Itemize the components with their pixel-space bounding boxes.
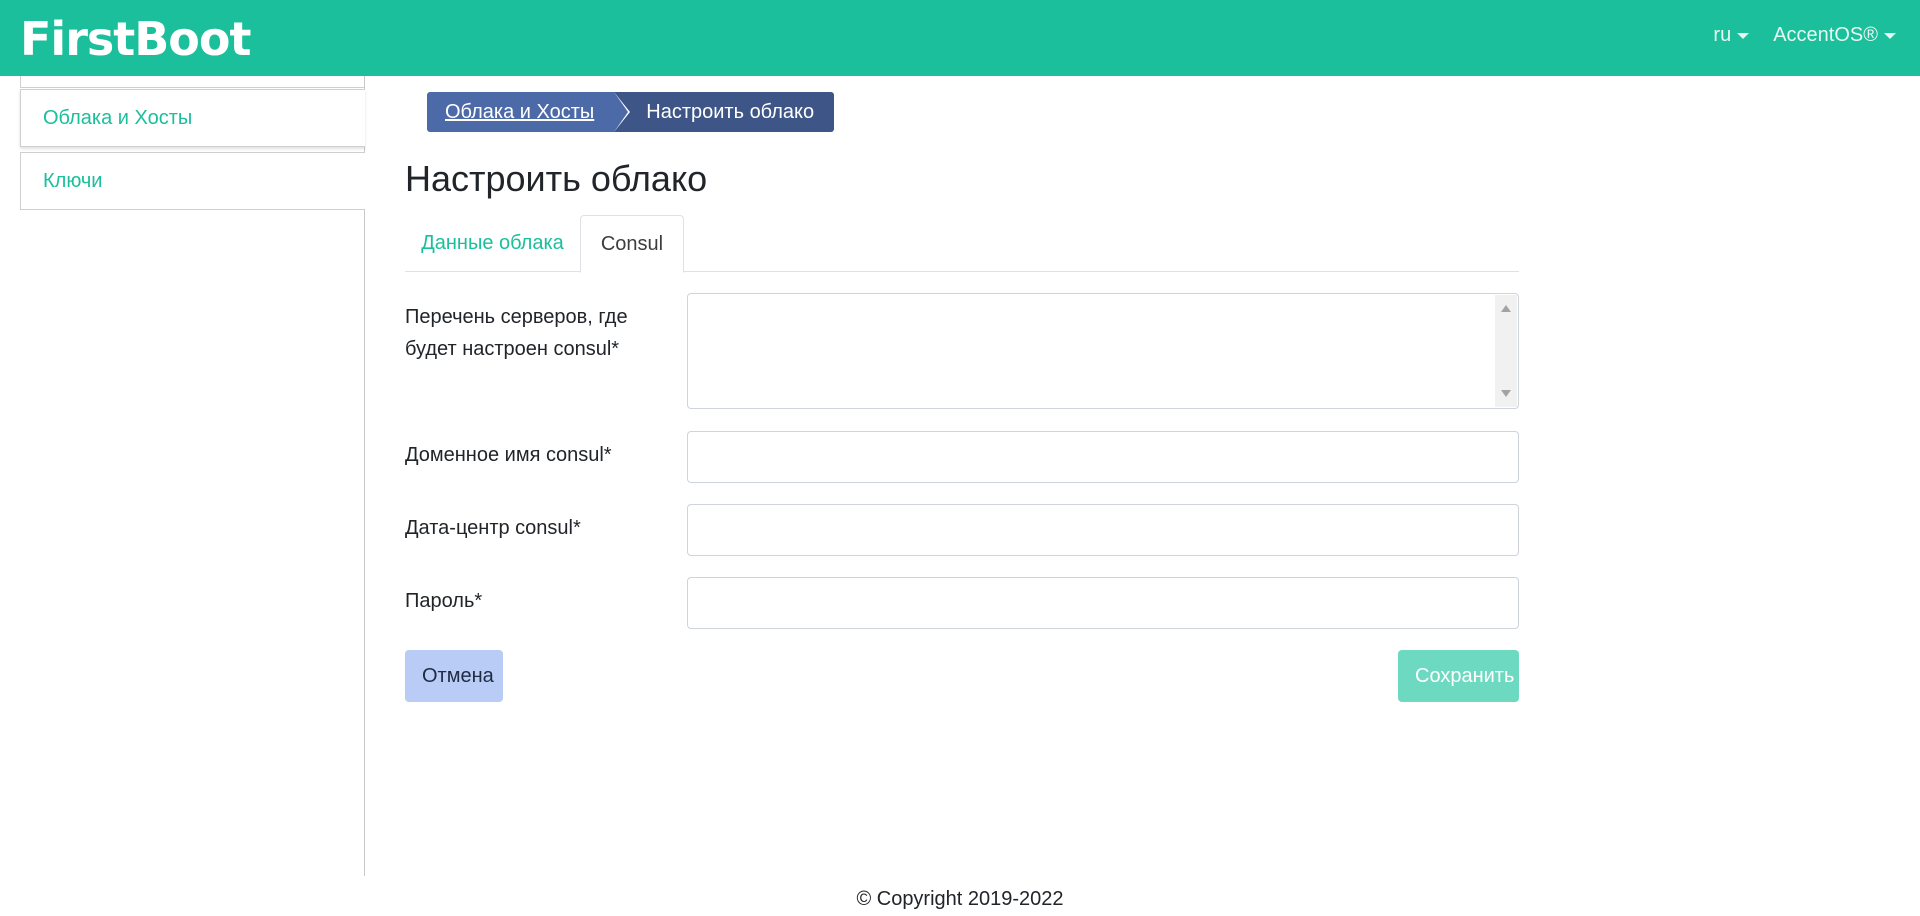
tab-bar: Данные облака Consul	[405, 215, 1519, 273]
top-navbar: FirstBoot ru AccentOS®	[0, 0, 1920, 76]
chevron-down-icon	[1884, 32, 1896, 39]
tab-consul[interactable]: Consul	[580, 215, 684, 273]
datacenter-label: Дата-центр consul*	[405, 517, 581, 539]
password-input[interactable]	[687, 577, 1519, 629]
tab-label: Данные облака	[421, 232, 564, 254]
breadcrumb: Облака и Хосты Настроить облако	[427, 92, 835, 132]
domain-label: Доменное имя consul*	[405, 444, 612, 466]
cancel-button[interactable]: Отмена	[405, 650, 503, 702]
servers-label: Перечень серверов, где будет настроен co…	[405, 306, 628, 360]
user-dropdown[interactable]: AccentOS®	[1773, 24, 1896, 47]
sidebar-item-clouds-hosts[interactable]: Облака и Хосты	[20, 89, 365, 147]
tab-label: Consul	[600, 232, 664, 255]
chevron-down-icon	[1737, 32, 1750, 39]
scroll-down-icon[interactable]	[1501, 390, 1511, 397]
datacenter-input[interactable]	[687, 504, 1519, 556]
sidebar: Облака и Хосты Ключи	[0, 76, 365, 876]
sidebar-item-label: Ключи	[43, 169, 103, 192]
sidebar-item-keys[interactable]: Ключи	[20, 152, 365, 210]
servers-textarea[interactable]	[688, 294, 1496, 408]
user-label: AccentOS®	[1773, 24, 1878, 46]
domain-input[interactable]	[687, 431, 1519, 483]
scroll-up-icon[interactable]	[1501, 305, 1511, 312]
footer-copyright: © Copyright 2019-2022	[856, 888, 1064, 910]
textarea-scrollbar[interactable]	[1495, 295, 1517, 407]
navbar-right: ru AccentOS®	[1713, 24, 1896, 47]
breadcrumb-current: Настроить облако	[614, 92, 835, 132]
tab-cloud-data[interactable]: Данные облака	[405, 215, 580, 272]
save-button[interactable]: Сохранить	[1398, 650, 1519, 702]
language-dropdown[interactable]: ru	[1713, 24, 1750, 47]
servers-textarea-container	[687, 293, 1519, 409]
sidebar-item-label: Облака и Хосты	[43, 106, 193, 129]
password-label: Пароль*	[405, 590, 483, 612]
breadcrumb-link-label: Облака и Хосты	[445, 100, 595, 123]
breadcrumb-current-label: Настроить облако	[646, 100, 815, 123]
breadcrumb-link-clouds-hosts[interactable]: Облака и Хосты	[427, 92, 629, 132]
language-label: ru	[1713, 24, 1732, 46]
brand-logo[interactable]: FirstBoot	[20, 13, 252, 65]
page-title: Настроить облако	[405, 158, 708, 199]
sidebar-divider	[20, 76, 365, 88]
